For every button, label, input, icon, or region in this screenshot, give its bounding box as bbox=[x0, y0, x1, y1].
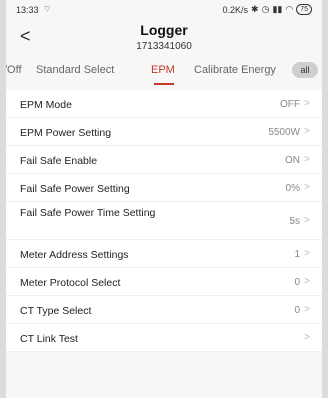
setting-ct-type[interactable]: CT Type Select 0 > bbox=[6, 296, 322, 324]
signal-icon: ⌔ bbox=[43, 4, 52, 14]
setting-value: 0 bbox=[294, 305, 300, 316]
chevron-right-icon: > bbox=[304, 126, 310, 137]
status-time: 13:33 bbox=[16, 5, 39, 15]
chevron-right-icon: > bbox=[304, 182, 310, 193]
setting-meter-address[interactable]: Meter Address Settings 1 > bbox=[6, 240, 322, 268]
tab-calibrate-energy[interactable]: Calibrate Energy bbox=[194, 64, 276, 76]
setting-meter-protocol[interactable]: Meter Protocol Select 0 > bbox=[6, 268, 322, 296]
settings-list: EPM Mode OFF > EPM Power Setting 5500W >… bbox=[6, 90, 322, 352]
tab-epm[interactable]: EPM bbox=[151, 64, 175, 76]
bluetooth-icon: ✱ bbox=[251, 4, 259, 14]
tab-standard-select[interactable]: Standard Select bbox=[36, 64, 114, 76]
chevron-right-icon: > bbox=[304, 154, 310, 165]
header: < Logger 1713341060 bbox=[6, 22, 322, 58]
battery-icon: 75 bbox=[296, 4, 312, 15]
setting-fail-safe-enable[interactable]: Fail Safe Enable ON > bbox=[6, 146, 322, 174]
chevron-right-icon: > bbox=[304, 332, 310, 343]
setting-label: Fail Safe Power Setting bbox=[20, 183, 130, 195]
setting-value: 1 bbox=[294, 249, 300, 260]
setting-label: Fail Safe Enable bbox=[20, 155, 98, 167]
alarm-icon: ◷ bbox=[261, 4, 270, 14]
setting-label: EPM Power Setting bbox=[20, 127, 112, 139]
setting-ct-link-test[interactable]: CT Link Test > bbox=[6, 324, 322, 352]
setting-label: Fail Safe Power Time Setting bbox=[20, 207, 156, 219]
chevron-right-icon: > bbox=[304, 98, 310, 109]
chevron-right-icon: > bbox=[304, 215, 310, 226]
page-subtitle: 1713341060 bbox=[136, 41, 192, 52]
setting-value: ON bbox=[285, 155, 300, 166]
tab-onoff[interactable]: /Off bbox=[6, 64, 22, 76]
chevron-right-icon: > bbox=[304, 248, 310, 259]
status-right: 0.2K/s ✱ ◷ ▮▮ ◠ 75 bbox=[223, 4, 312, 15]
setting-label: Meter Address Settings bbox=[20, 249, 129, 261]
wifi-icon: ◠ bbox=[285, 4, 294, 14]
active-tab-indicator bbox=[154, 83, 174, 85]
setting-value: 5500W bbox=[268, 127, 300, 138]
setting-label: EPM Mode bbox=[20, 99, 72, 111]
tab-bar: /Off Standard Select EPM Calibrate Energ… bbox=[6, 58, 322, 88]
cell-signal-icon: ▮▮ bbox=[272, 4, 283, 14]
setting-value: 5s bbox=[289, 216, 300, 227]
page-title: Logger bbox=[140, 22, 188, 38]
setting-label: CT Type Select bbox=[20, 305, 92, 317]
phone-screen: 13:33 ⌔ 0.2K/s ✱ ◷ ▮▮ ◠ 75 < Logger 1713… bbox=[6, 0, 322, 398]
setting-value: 0 bbox=[294, 277, 300, 288]
setting-label: Meter Protocol Select bbox=[20, 277, 121, 289]
chevron-right-icon: > bbox=[304, 304, 310, 315]
network-speed: 0.2K/s bbox=[222, 4, 249, 15]
setting-value: OFF bbox=[280, 99, 300, 110]
setting-epm-mode[interactable]: EPM Mode OFF > bbox=[6, 90, 322, 118]
setting-fail-safe-time[interactable]: Fail Safe Power Time Setting 5s > bbox=[6, 202, 322, 240]
setting-value: 0% bbox=[285, 183, 300, 194]
setting-fail-safe-power[interactable]: Fail Safe Power Setting 0% > bbox=[6, 174, 322, 202]
chevron-right-icon: > bbox=[304, 276, 310, 287]
status-bar: 13:33 ⌔ 0.2K/s ✱ ◷ ▮▮ ◠ 75 bbox=[6, 0, 322, 20]
setting-label: CT Link Test bbox=[20, 333, 78, 345]
all-tabs-button[interactable]: all bbox=[292, 62, 318, 78]
setting-epm-power[interactable]: EPM Power Setting 5500W > bbox=[6, 118, 322, 146]
